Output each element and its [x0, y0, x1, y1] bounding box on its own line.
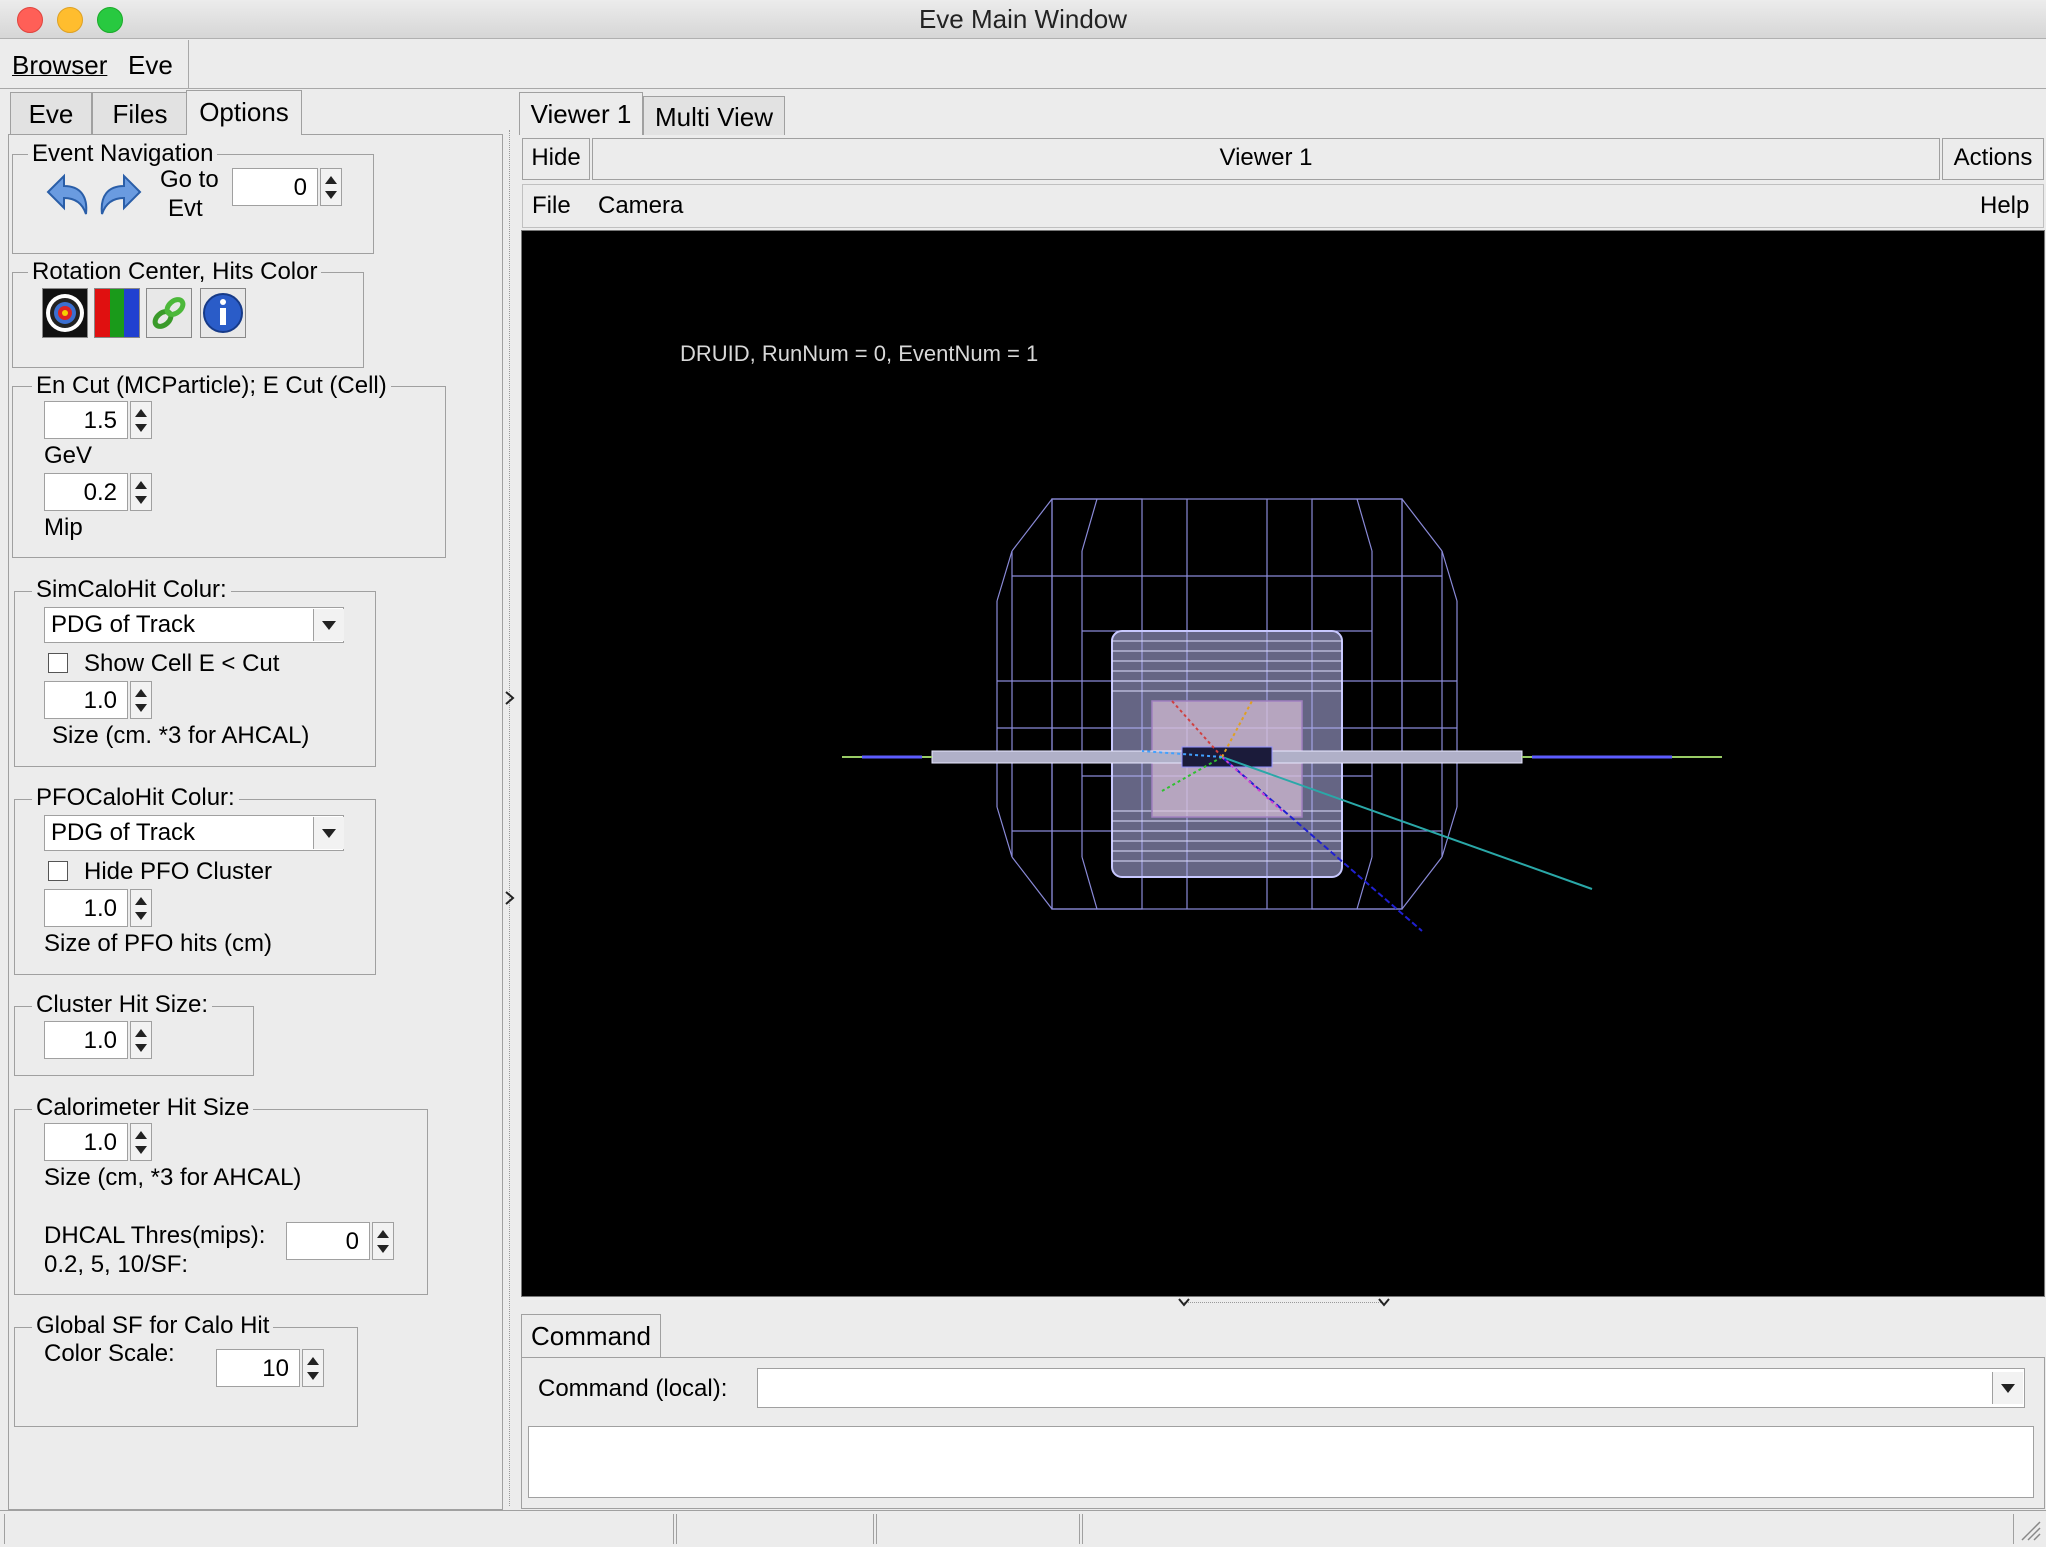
actions-button[interactable]: Actions — [1942, 138, 2044, 180]
chevron-down-icon[interactable] — [313, 609, 344, 641]
tab-command[interactable]: Command — [521, 1314, 661, 1357]
chevron-down-icon[interactable] — [1992, 1372, 2023, 1404]
group-title-rotation-center: Rotation Center, Hits Color — [28, 258, 322, 286]
dhcal-threshold-values-label: 0.2, 5, 10/SF: — [44, 1251, 189, 1278]
cluster-hit-size-input[interactable]: 1.0 — [44, 1021, 128, 1059]
hide-button[interactable]: Hide — [522, 138, 590, 180]
rgb-color-icon[interactable] — [94, 288, 140, 338]
group-title-sim-calo-hit: SimCaloHit Colur: — [32, 576, 231, 604]
gev-cut-input[interactable]: 1.5 — [44, 401, 128, 439]
color-scale-input[interactable]: 10 — [216, 1349, 300, 1387]
show-cell-e-label: Show Cell E < Cut — [84, 650, 280, 677]
status-cell-1 — [4, 1514, 674, 1544]
back-arrow-icon[interactable] — [42, 170, 92, 222]
dhcal-threshold-label: DHCAL Thres(mips): — [44, 1222, 266, 1249]
group-title-event-navigation: Event Navigation — [28, 140, 218, 168]
status-cell-4 — [1082, 1514, 2014, 1544]
dhcal-threshold-stepper[interactable] — [372, 1222, 394, 1260]
goto-label-line2: Evt — [168, 195, 203, 222]
command-input[interactable] — [757, 1368, 2025, 1408]
status-cell-3 — [876, 1514, 1080, 1544]
pfo-size-input[interactable]: 1.0 — [44, 889, 128, 927]
link-icon[interactable] — [146, 288, 192, 338]
viewer-menu-camera[interactable]: Camera — [598, 192, 683, 220]
gev-cut-stepper[interactable] — [130, 401, 152, 439]
show-cell-e-checkbox[interactable] — [48, 653, 68, 673]
cluster-hit-size-stepper[interactable] — [130, 1021, 152, 1059]
status-cell-2 — [676, 1514, 874, 1544]
target-icon[interactable] — [42, 288, 88, 338]
command-label: Command (local): — [538, 1375, 728, 1402]
menu-browser[interactable]: Browser — [12, 50, 107, 81]
menu-eve[interactable]: Eve — [128, 50, 173, 81]
pfo-calo-color-select[interactable]: PDG of Track — [44, 815, 344, 851]
gev-label: GeV — [44, 442, 93, 469]
color-scale-label: Color Scale: — [44, 1340, 175, 1367]
viewer-menu-help[interactable]: Help — [1980, 192, 2029, 220]
resize-grip-icon[interactable] — [2016, 1516, 2042, 1542]
group-title-en-cut: En Cut (MCParticle); E Cut (Cell) — [32, 372, 391, 400]
vertical-splitter[interactable] — [502, 130, 518, 1506]
dhcal-threshold-input[interactable]: 0 — [286, 1222, 370, 1260]
tab-multi-view[interactable]: Multi View — [643, 96, 785, 135]
tab-files[interactable]: Files — [92, 92, 188, 135]
goto-event-input[interactable]: 0 — [232, 168, 318, 206]
sim-calo-size-input[interactable]: 1.0 — [44, 681, 128, 719]
group-title-calorimeter-hit-size: Calorimeter Hit Size — [32, 1094, 254, 1122]
sim-calo-color-select[interactable]: PDG of Track — [44, 607, 344, 643]
group-title-global-sf: Global SF for Calo Hit — [32, 1312, 274, 1340]
hide-pfo-cluster-checkbox[interactable] — [48, 861, 68, 881]
mip-cut-input[interactable]: 0.2 — [44, 473, 128, 511]
calo-hit-size-label: Size (cm, *3 for AHCAL) — [44, 1164, 302, 1191]
viewer-menubar — [522, 184, 2044, 228]
tab-options[interactable]: Options — [186, 90, 302, 135]
hide-pfo-cluster-label: Hide PFO Cluster — [84, 858, 273, 885]
command-output — [528, 1426, 2034, 1498]
menubar — [0, 40, 2046, 89]
detector-display — [842, 498, 1722, 932]
sim-calo-size-label: Size (cm. *3 for AHCAL) — [52, 722, 310, 749]
pfo-size-label: Size of PFO hits (cm) — [44, 930, 273, 957]
mip-label: Mip — [44, 514, 83, 541]
viewer-menu-file[interactable]: File — [532, 192, 571, 220]
goto-event-stepper[interactable] — [320, 168, 342, 206]
gl-viewer[interactable]: DRUID, RunNum = 0, EventNum = 1 — [521, 230, 2045, 1297]
info-icon[interactable] — [200, 288, 246, 338]
window-title: Eve Main Window — [918, 4, 1128, 34]
group-title-cluster-hit-size: Cluster Hit Size: — [32, 991, 213, 1019]
chevron-down-icon[interactable] — [313, 817, 344, 849]
group-title-pfo-calo-hit: PFOCaloHit Colur: — [32, 784, 239, 812]
mip-cut-stepper[interactable] — [130, 473, 152, 511]
tab-viewer-1[interactable]: Viewer 1 — [519, 92, 643, 135]
calo-hit-size-input[interactable]: 1.0 — [44, 1123, 128, 1161]
horizontal-splitter[interactable] — [521, 1296, 2043, 1310]
viewer-title-bar: Viewer 1 — [592, 138, 1940, 180]
pfo-size-stepper[interactable] — [130, 889, 152, 927]
goto-label-line1: Go to — [160, 166, 219, 193]
calo-hit-size-stepper[interactable] — [130, 1123, 152, 1161]
color-scale-stepper[interactable] — [302, 1349, 324, 1387]
sim-calo-size-stepper[interactable] — [130, 681, 152, 719]
forward-arrow-icon[interactable] — [96, 170, 146, 222]
tab-eve[interactable]: Eve — [10, 92, 92, 135]
